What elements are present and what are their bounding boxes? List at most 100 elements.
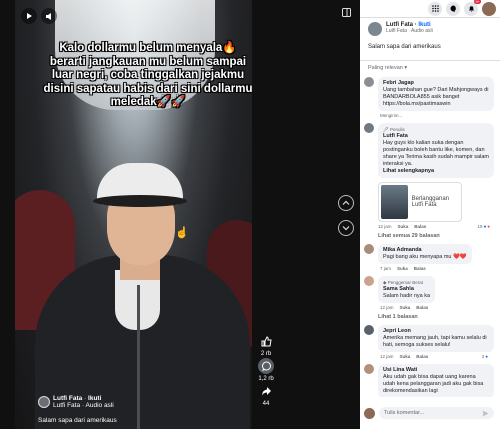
reply-button[interactable]: Balas — [414, 224, 426, 229]
chevron-up-icon — [342, 200, 350, 205]
commenter-name[interactable]: Usi Lina Wati — [383, 367, 489, 374]
profile-avatar[interactable] — [482, 1, 496, 16]
video-text: Salam sapa dari amerikaus — [38, 417, 117, 424]
heart-icon: ● — [487, 224, 490, 229]
author-avatar[interactable] — [38, 396, 50, 408]
comments-panel: 9+ Lutfi Fata · Ikuti Lutfi Fata · Audio… — [360, 0, 500, 429]
comments-count: 1,2 rb — [258, 376, 274, 382]
comment-input[interactable]: Tulis komentar... — [379, 407, 494, 419]
commenter-avatar[interactable] — [364, 364, 374, 374]
grid-icon — [431, 5, 439, 12]
author-badge-icon: 🖊 — [383, 127, 390, 132]
comment-text: Salam hadir nya ka — [383, 293, 431, 299]
comment-item: Mika Admanda Pagi bang aku menyapa mu ❤️❤… — [360, 244, 500, 271]
commenter-avatar[interactable] — [364, 276, 374, 286]
comment-time: 12 jam — [378, 224, 392, 229]
comment-time: 7 jam — [380, 266, 392, 271]
reel-stage: ☝ Kalo dollarmu belum menyala🔥 berarti j… — [0, 0, 360, 429]
follow-link[interactable]: Ikuti — [88, 395, 101, 402]
commenter-name[interactable]: Lutfi Fata — [383, 133, 489, 140]
thumbs-up-icon — [261, 335, 272, 346]
reaction-count: 2 — [481, 354, 485, 359]
comment-time: 12 jam — [380, 305, 394, 310]
commenter-avatar[interactable] — [364, 325, 374, 335]
author-name[interactable]: Lutfi Fata — [53, 395, 82, 402]
commenter-name[interactable]: Mika Admanda — [383, 247, 467, 254]
see-more-link[interactable]: Lihat selengkapnya — [383, 168, 489, 175]
comment-item: Usi Lina Wati Aku udah gak bisa dapat uan… — [360, 364, 500, 397]
play-icon — [27, 13, 32, 19]
comment-item: ◆ Penggemar Berat Sama Sahla Salam hadir… — [360, 276, 500, 310]
author-avatar[interactable] — [368, 22, 382, 36]
view-replies-link[interactable]: Lihat semua 29 balasan — [360, 233, 500, 239]
like-action[interactable]: 2 rb — [258, 333, 274, 357]
subscribe-card-label: Berlangganan Lutfi Fata — [411, 196, 449, 208]
fan-badge: Penggemar Berat — [387, 280, 423, 285]
my-avatar — [364, 407, 375, 419]
share-action[interactable]: 44 — [258, 383, 274, 407]
shares-count: 44 — [262, 401, 270, 407]
commenter-avatar[interactable] — [364, 77, 374, 87]
cursor-hand-icon: ☝ — [175, 227, 189, 239]
top-bar: 9+ — [360, 0, 500, 18]
like-comment-button[interactable]: Suka — [400, 305, 411, 310]
like-comment-button[interactable]: Suka — [397, 266, 408, 271]
subscribe-card-image — [381, 185, 408, 219]
post-header: Lutfi Fata · Ikuti Lutfi Fata · Audio as… — [360, 18, 500, 50]
collapse-panel-button[interactable] — [342, 4, 351, 22]
commenter-name[interactable]: Jepri Leon — [383, 328, 489, 335]
menu-button[interactable] — [428, 1, 442, 16]
comment-bubble-icon — [261, 361, 271, 371]
view-replies-link[interactable]: Lihat 1 balasan — [360, 314, 500, 320]
commenter-avatar[interactable] — [364, 244, 374, 254]
previous-reel-button[interactable] — [338, 195, 354, 211]
jacket-zipper — [137, 285, 140, 429]
like-comment-button[interactable]: Suka — [398, 224, 409, 229]
like-comment-button[interactable]: Suka — [400, 354, 411, 359]
cap-brim — [93, 195, 187, 207]
reel-video[interactable]: ☝ Kalo dollarmu belum menyala🔥 berarti j… — [15, 0, 252, 429]
commenter-name[interactable]: Febri Jagap — [383, 80, 489, 87]
sort-dropdown[interactable]: Paling relevan ▾ — [360, 65, 500, 71]
share-arrow-icon — [261, 386, 271, 395]
messenger-button[interactable] — [446, 1, 460, 16]
comment-time: Mengirim... — [380, 113, 403, 118]
mute-button[interactable] — [41, 8, 57, 24]
reply-button[interactable]: Balas — [414, 266, 426, 271]
speaker-icon — [45, 12, 51, 20]
reaction-count: 15 — [477, 224, 483, 229]
comment-text: Uang tambahan gue? Dari Mahjongways di B… — [383, 87, 489, 107]
notifications-button[interactable]: 9+ — [464, 0, 481, 16]
reply-button[interactable]: Balas — [416, 354, 428, 359]
bell-icon — [468, 6, 474, 12]
comment-time: 12 jam — [380, 354, 394, 359]
reaction-icons: ● — [485, 354, 488, 359]
send-icon[interactable] — [482, 410, 489, 417]
author-badge: Penulis — [389, 127, 405, 132]
video-info: Lutfi Fata · Ikuti Lutfi Fata · Audio as… — [38, 395, 117, 424]
comment-item: Febri Jagap Uang tambahan gue? Dari Mahjo… — [360, 77, 500, 118]
comment-text: Hay guys klo kalian suka dengan postinga… — [383, 140, 489, 167]
comment-item: Jepri Leon Amerika memang jauh, tapi kamu… — [360, 325, 500, 359]
audio-label[interactable]: Lutfi Fata · Audio asli — [53, 402, 114, 409]
next-reel-button[interactable] — [338, 220, 354, 236]
notification-badge: 9+ — [474, 0, 481, 4]
comments-list[interactable]: Febri Jagap Uang tambahan gue? Dari Mahjo… — [360, 72, 500, 397]
comment-text: Amerika memang jauh, tapi kamu selalu di… — [383, 335, 487, 348]
comment-item: 🖊 Penulis Lutfi Fata Hay guys klo kalian… — [360, 123, 500, 178]
likes-count: 2 rb — [260, 351, 272, 357]
comment-action[interactable]: 1,2 rb — [258, 358, 274, 382]
comment-text: Pagi bang aku menyapa mu ❤️❤️ — [383, 254, 467, 260]
audio-label[interactable]: Lutfi Fata · Audio asli — [386, 28, 433, 34]
comment-text: Aku udah gak bisa dapat uang karena udah… — [383, 374, 484, 394]
video-caption-overlay: Kalo dollarmu belum menyala🔥 berarti jan… — [43, 42, 252, 108]
commenter-avatar[interactable] — [364, 123, 374, 133]
comment-composer: Tulis komentar... — [364, 407, 494, 419]
reply-button[interactable]: Balas — [416, 305, 428, 310]
commenter-name[interactable]: Sama Sahla — [383, 286, 430, 293]
pause-button[interactable] — [21, 8, 37, 24]
panel-toggle-icon — [342, 8, 351, 17]
reaction-icons: ● — [483, 224, 487, 229]
chevron-down-icon — [342, 226, 350, 231]
subscribe-card[interactable]: Berlangganan Lutfi Fata — [378, 182, 462, 222]
